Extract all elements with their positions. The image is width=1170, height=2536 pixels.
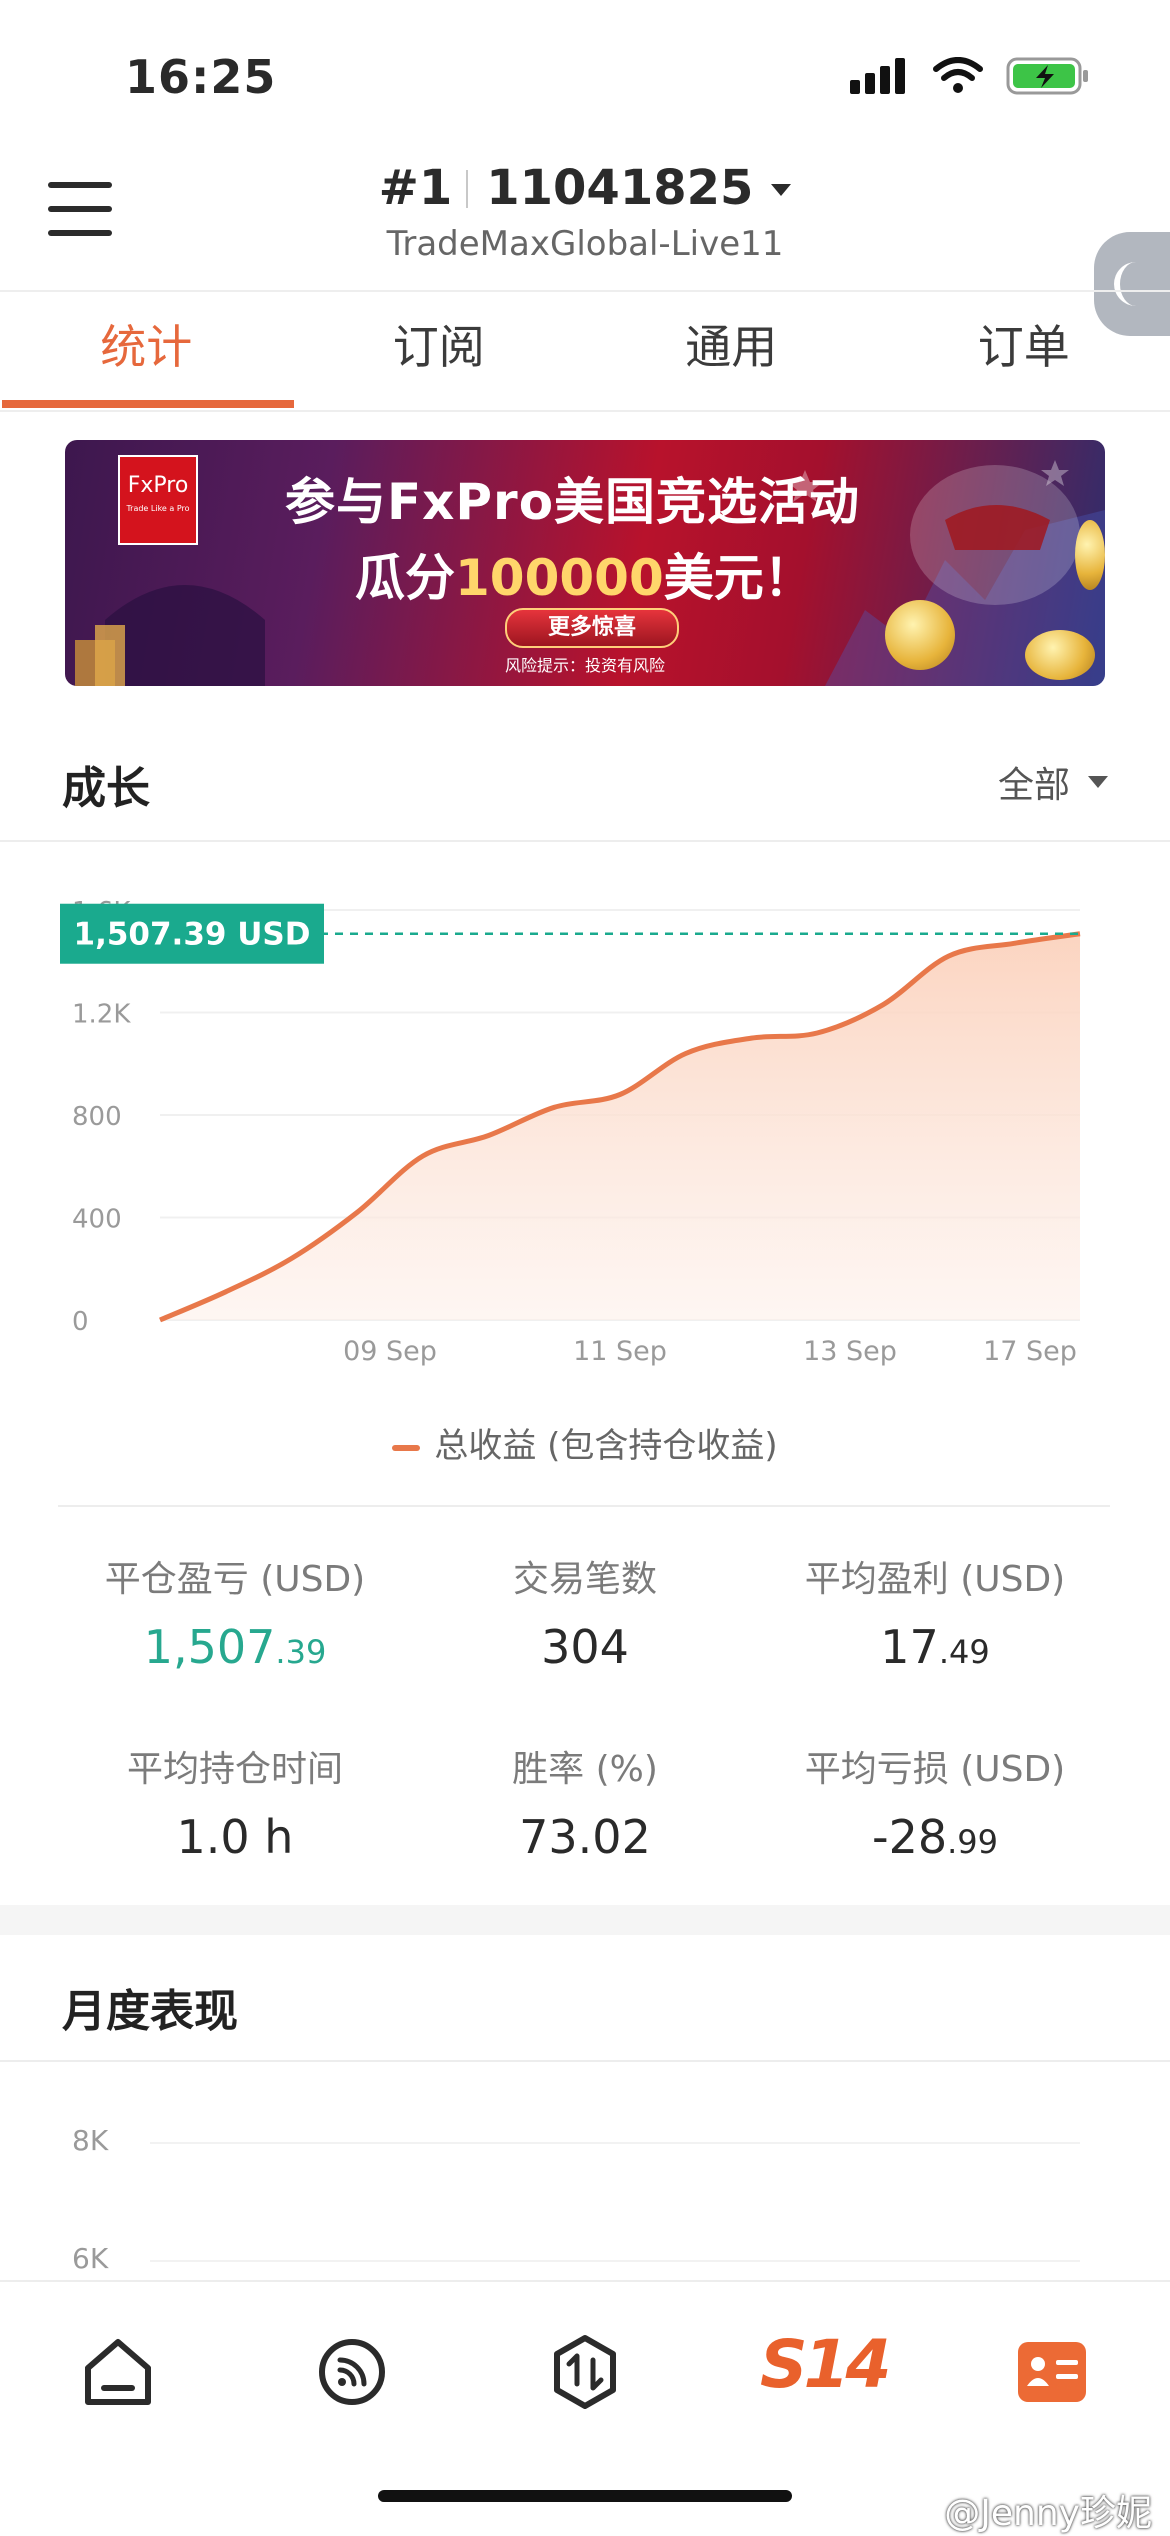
tab-bar: 统计 订阅 通用 订单 — [0, 290, 1170, 412]
growth-section-title: 成长 — [62, 752, 150, 816]
home-indicator — [378, 2490, 792, 2502]
stat-value-int: -28 — [872, 1810, 947, 1864]
stat-value: 304 — [390, 1620, 780, 1674]
section-divider — [0, 840, 1170, 842]
banner-subtitle-suffix: 美元！ — [664, 549, 814, 607]
section-divider — [0, 2060, 1170, 2062]
stat-value-dec: .99 — [947, 1823, 998, 1861]
monthly-grid-line — [150, 2260, 1080, 2262]
stat-value-dec: .39 — [275, 1633, 326, 1671]
banner-risk-notice: 风险提示：投资有风险 — [505, 652, 665, 676]
chart-x-tick: 13 Sep — [803, 1336, 897, 1367]
active-tab-indicator — [2, 400, 294, 408]
promo-banner[interactable]: FxPro Trade Like a Pro 参与FxPro美国竞选活动 瓜分1… — [65, 440, 1105, 686]
signal-icon — [850, 58, 910, 94]
stat-value-int: 1,507 — [144, 1620, 276, 1674]
tab-orders[interactable]: 订单 — [878, 292, 1170, 410]
fxpro-logo-tagline: Trade Like a Pro — [120, 504, 196, 513]
watermark: @Jenny珍妮 — [944, 2484, 1152, 2536]
chart-x-tick: 11 Sep — [573, 1336, 667, 1367]
status-icons — [850, 56, 1090, 96]
stat-value-dec: .49 — [939, 1633, 990, 1671]
banner-subtitle-prefix: 瓜分 — [355, 549, 455, 607]
stat-value: 17.49 — [740, 1620, 1130, 1674]
monthly-y-tick: 8K — [72, 2124, 108, 2157]
monthly-y-tick: 6K — [72, 2242, 108, 2275]
chart-reference-layer: 1,507.39 USD — [60, 904, 1080, 964]
banner-subtitle-amount: 100000 — [455, 549, 664, 607]
stat-label: 胜率 (%) — [390, 1740, 780, 1792]
coin-icon — [1025, 630, 1095, 680]
stat-avg-hold-time: 平均持仓时间 1.0 h — [40, 1740, 430, 1864]
status-time: 16:25 — [125, 50, 276, 104]
stat-label: 平均亏损 (USD) — [740, 1740, 1130, 1792]
chart-y-tick: 800 — [72, 1102, 122, 1132]
legend-label: 总收益 (包含持仓收益) — [434, 1426, 777, 1466]
monthly-section-title: 月度表现 — [62, 1975, 238, 2039]
battery-icon — [1006, 56, 1090, 96]
stat-avg-loss: 平均亏损 (USD) -28.99 — [740, 1740, 1130, 1864]
banner-cta-button[interactable]: 更多惊喜 — [505, 608, 679, 648]
stat-value-int: 17 — [880, 1620, 939, 1674]
stat-value: 1.0 h — [40, 1810, 430, 1864]
caret-down-icon — [1088, 776, 1108, 788]
growth-filter-dropdown[interactable]: 全部 — [998, 756, 1108, 808]
chart-x-tick: 17 Sep — [983, 1336, 1077, 1367]
stat-label: 交易笔数 — [390, 1550, 780, 1602]
profile-card-icon[interactable] — [1012, 2332, 1092, 2412]
stat-label: 平均盈利 (USD) — [740, 1550, 1130, 1602]
account-number: 11041825 — [486, 160, 753, 216]
s14-label: S14 — [760, 2326, 887, 2403]
account-server: TradeMaxGlobal-Live11 — [0, 224, 1170, 264]
stat-value-int: 1.0 h — [177, 1810, 294, 1864]
chart-y-tick: 400 — [72, 1205, 122, 1235]
stat-label: 平均持仓时间 — [40, 1740, 430, 1792]
stat-closed-pnl: 平仓盈亏 (USD) 1,507.39 — [40, 1550, 430, 1674]
banner-subtitle: 瓜分100000美元！ — [355, 538, 814, 610]
fxpro-logo: FxPro Trade Like a Pro — [118, 455, 198, 545]
account-selector[interactable]: #1 11041825 — [0, 160, 1170, 216]
tab-general[interactable]: 通用 — [585, 292, 878, 410]
chart-y-tick: 1.2K — [72, 1000, 131, 1030]
stat-avg-profit: 平均盈利 (USD) 17.49 — [740, 1550, 1130, 1674]
stat-win-rate: 胜率 (%) 73.02 — [390, 1740, 780, 1864]
legend-swatch — [392, 1445, 420, 1451]
tab-subscribe[interactable]: 订阅 — [293, 292, 586, 410]
coin-icon — [885, 600, 955, 670]
home-icon[interactable] — [78, 2332, 158, 2412]
chart-y-tick: 0 — [72, 1307, 89, 1337]
s14-icon[interactable]: S14 — [760, 2326, 880, 2406]
tab-statistics[interactable]: 统计 — [0, 292, 293, 410]
section-divider — [58, 1505, 1110, 1507]
fxpro-logo-text: FxPro — [128, 473, 189, 498]
stat-trade-count: 交易笔数 304 — [390, 1550, 780, 1674]
growth-chart[interactable]: 04008001.2K1.6K09 Sep11 Sep13 Sep17 Sep … — [0, 880, 1170, 1480]
coin-icon — [1075, 520, 1105, 590]
stat-value: 1,507.39 — [40, 1620, 430, 1674]
account-separator — [466, 170, 468, 208]
stat-value-int: 304 — [541, 1620, 629, 1674]
chart-area-layer — [160, 934, 1080, 1320]
chart-value-tag-label: 1,507.39 USD — [74, 917, 311, 953]
banner-title: 参与FxPro美国竞选活动 — [285, 462, 860, 534]
stat-label: 平仓盈亏 (USD) — [40, 1550, 430, 1602]
wifi-icon — [932, 57, 984, 95]
chart-area-fill — [160, 934, 1080, 1320]
account-rank: #1 — [379, 160, 453, 216]
section-separator-band — [0, 1905, 1170, 1935]
stat-value: -28.99 — [740, 1810, 1130, 1864]
chart-legend: 总收益 (包含持仓收益) — [0, 1418, 1170, 1467]
monthly-grid-line — [150, 2142, 1080, 2144]
feed-icon[interactable] — [312, 2332, 392, 2412]
caret-down-icon — [771, 184, 791, 196]
stat-value-int: 73.02 — [519, 1810, 651, 1864]
growth-filter-label: 全部 — [998, 756, 1070, 808]
stat-value: 73.02 — [390, 1810, 780, 1864]
chart-x-tick: 09 Sep — [343, 1336, 437, 1367]
trade-icon[interactable] — [545, 2332, 625, 2412]
